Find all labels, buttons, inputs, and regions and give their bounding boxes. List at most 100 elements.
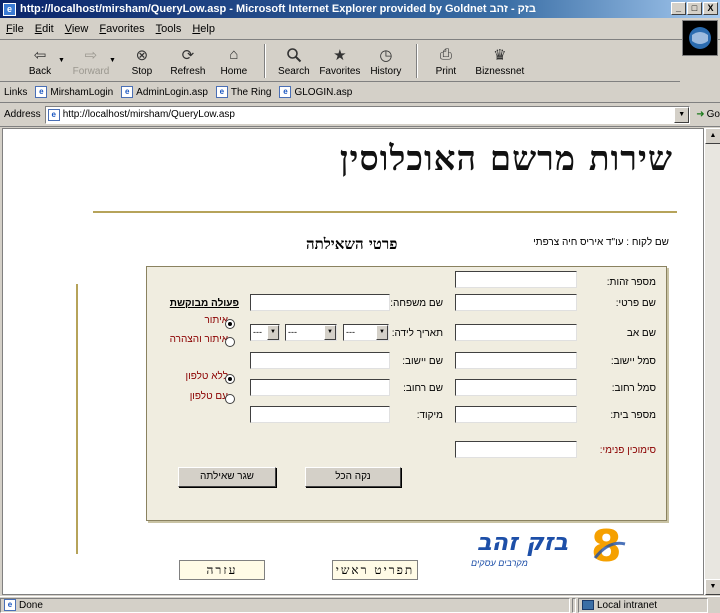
search-button[interactable]: Search: [272, 45, 316, 77]
main-menu-button[interactable]: תפריט ראשי: [332, 560, 418, 580]
menu-favorites[interactable]: Favorites: [99, 23, 144, 35]
menu-file[interactable]: File: [6, 23, 24, 35]
search-icon: [284, 45, 304, 65]
page-title: שירות מרשם האוכלוסין: [339, 139, 673, 179]
radio-with-phone[interactable]: [225, 394, 235, 404]
status-panel: [572, 597, 576, 613]
link-adminlogin[interactable]: e AdminLogin.asp: [121, 86, 208, 98]
forward-dropdown-icon[interactable]: ▼: [109, 57, 116, 64]
window-title-bar: e http://localhost/mirsham/QueryLow.asp …: [0, 0, 720, 18]
left-divider: [76, 284, 78, 554]
radio-verify-declare[interactable]: [225, 337, 235, 347]
standard-toolbar: ⇦ Back ▼ ⇨ Forward ▼ ⊗ Stop ⟳ Refresh ⌂ …: [0, 40, 680, 82]
father-name-input[interactable]: [455, 324, 577, 341]
link-glogin[interactable]: e GLOGIN.asp: [279, 86, 352, 98]
go-arrow-icon: ➜: [696, 109, 705, 120]
logo-brand: בזק זהב: [477, 528, 569, 556]
settlement-code-label: סמל יישוב:: [610, 356, 656, 367]
favorites-button[interactable]: ★ Favorites: [318, 45, 362, 77]
print-button[interactable]: ⎙ Print: [424, 45, 468, 77]
stop-button[interactable]: ⊗ Stop: [120, 45, 164, 77]
links-label: Links: [4, 86, 28, 98]
biznessnet-button[interactable]: ♛ Biznessnet: [470, 45, 530, 77]
chevron-down-icon: ▼: [324, 325, 336, 340]
radio-verify-declare-label: איתור והצהרה: [169, 334, 228, 345]
status-main: e Done: [0, 597, 570, 613]
id-number-label: מספר זהות:: [606, 277, 656, 288]
birth-month-select[interactable]: --- ▼: [285, 324, 337, 341]
forward-button[interactable]: ⇨ Forward: [69, 45, 113, 77]
chevron-down-icon: ▼: [267, 325, 279, 340]
history-button[interactable]: ◷ History: [364, 45, 408, 77]
page-icon: e: [215, 86, 228, 98]
internal-reference-label: סימוכין פנימי:: [599, 445, 656, 456]
radio-no-phone-label: ללא טלפון: [185, 371, 228, 382]
first-name-input[interactable]: [455, 294, 577, 311]
birth-date-label: תאריך לידה:: [391, 328, 443, 339]
zip-input[interactable]: [250, 406, 390, 423]
logo-tagline: מקרבים עסקים: [471, 558, 528, 568]
logo-swoosh-icon: [593, 541, 626, 559]
refresh-button[interactable]: ⟳ Refresh: [166, 45, 210, 77]
birth-year-select[interactable]: --- ▼: [250, 324, 280, 341]
back-dropdown-icon[interactable]: ▼: [58, 57, 65, 64]
customer-name: שם לקוח : עו"ד איריס חיה צרפתי: [533, 237, 669, 248]
last-name-label: שם משפחה:: [390, 298, 443, 309]
radio-verify[interactable]: [225, 319, 235, 329]
link-the-ring[interactable]: e The Ring: [215, 86, 271, 98]
page-icon: e: [35, 86, 48, 98]
radio-no-phone[interactable]: [225, 374, 235, 384]
page-icon: e: [47, 108, 60, 121]
link-mirshamlogin[interactable]: e MirshamLogin: [35, 86, 113, 98]
title-divider: [93, 211, 677, 213]
close-button[interactable]: X: [703, 2, 718, 15]
scroll-down-icon[interactable]: ▼: [705, 579, 720, 595]
settlement-name-input[interactable]: [250, 352, 390, 369]
father-name-label: שם אב: [626, 328, 656, 339]
status-text: Done: [19, 599, 43, 611]
menu-help[interactable]: Help: [192, 23, 215, 35]
address-dropdown-icon[interactable]: ▼: [674, 106, 690, 123]
favorites-icon: ★: [333, 46, 347, 64]
house-number-label: מספר בית:: [610, 410, 656, 421]
settlement-name-label: שם יישוב:: [402, 356, 443, 367]
last-name-input[interactable]: [250, 294, 390, 311]
back-arrow-icon: ⇦: [33, 46, 47, 64]
vertical-scrollbar[interactable]: ▲ ▼: [704, 128, 720, 595]
page-icon: e: [4, 599, 16, 611]
maximize-button[interactable]: □: [687, 2, 702, 15]
security-zone: Local intranet: [578, 597, 708, 613]
menu-edit[interactable]: Edit: [35, 23, 54, 35]
back-button[interactable]: ⇦ Back: [18, 45, 62, 77]
internal-reference-input[interactable]: [455, 441, 577, 458]
street-code-input[interactable]: [455, 379, 577, 396]
go-button[interactable]: ➜ Go: [696, 109, 720, 120]
menu-tools[interactable]: Tools: [156, 23, 182, 35]
id-number-input[interactable]: [455, 271, 577, 288]
bezeq-zahav-logo[interactable]: בזק זהב מקרבים עסקים 8: [463, 522, 653, 576]
address-url: http://localhost/mirsham/QueryLow.asp: [62, 109, 235, 120]
home-button[interactable]: ⌂ Home: [212, 45, 256, 77]
scroll-up-icon[interactable]: ▲: [705, 128, 720, 144]
street-name-input[interactable]: [250, 379, 390, 396]
window-title: http://localhost/mirsham/QueryLow.asp - …: [20, 3, 536, 15]
history-icon: ◷: [379, 46, 393, 64]
address-input[interactable]: e http://localhost/mirsham/QueryLow.asp …: [44, 105, 691, 124]
zip-label: מיקוד:: [416, 410, 443, 421]
zone-label: Local intranet: [597, 599, 658, 611]
page-viewport: שירות מרשם האוכלוסין פרטי השאילתה שם לקו…: [2, 128, 704, 595]
settlement-code-input[interactable]: [455, 352, 577, 369]
help-button[interactable]: עזרה: [179, 560, 265, 580]
address-bar: Address e http://localhost/mirsham/Query…: [0, 103, 720, 127]
menu-view[interactable]: View: [65, 23, 89, 35]
biznessnet-icon: ♛: [493, 46, 507, 64]
send-query-button[interactable]: שגר שאילתה: [178, 467, 276, 487]
house-number-input[interactable]: [455, 406, 577, 423]
address-label: Address: [4, 109, 41, 120]
minimize-button[interactable]: _: [671, 2, 686, 15]
birth-day-select[interactable]: --- ▼: [343, 324, 389, 341]
clear-all-button[interactable]: נקה הכל: [305, 467, 401, 487]
radio-with-phone-label: עם טלפון: [189, 391, 228, 402]
first-name-label: שם פרטי:: [615, 298, 656, 309]
home-icon: ⌂: [229, 46, 239, 63]
